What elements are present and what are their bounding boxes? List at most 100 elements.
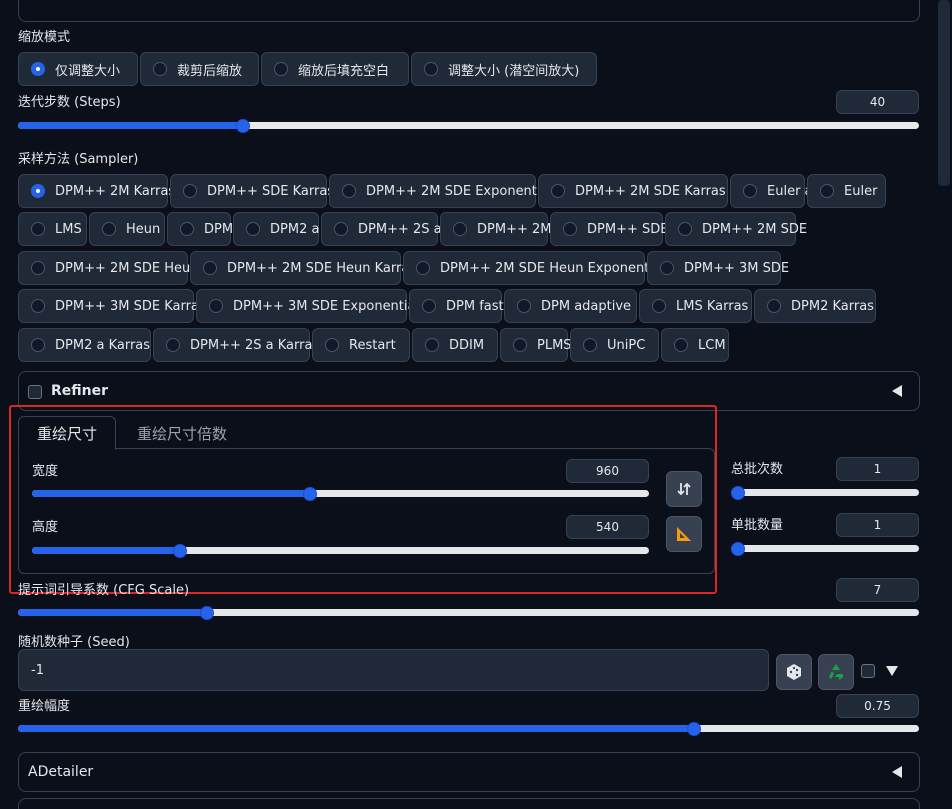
sampler-option[interactable]: DPM++ 3M SDE <box>647 251 789 285</box>
steps-label: 迭代步数 (Steps) <box>18 95 121 110</box>
sampler-option[interactable]: DPM++ 2M SDE Heun <box>18 251 198 285</box>
sampler-option[interactable]: Euler a <box>730 174 813 208</box>
radio-dot-icon <box>674 338 688 352</box>
radio-dot-icon <box>209 299 223 313</box>
cfg-scale-slider-thumb[interactable] <box>200 606 215 620</box>
radio-dot-icon <box>274 62 288 76</box>
collapse-triangle-icon[interactable] <box>892 766 902 778</box>
batch-size-slider-thumb[interactable] <box>731 542 745 556</box>
caret-down-icon[interactable] <box>886 666 898 676</box>
sampler-option[interactable]: LCM <box>661 328 729 362</box>
sampler-option[interactable]: LMS <box>18 212 87 246</box>
sampler-option[interactable]: DPM++ 2M SDE Heun Karras <box>190 251 416 285</box>
reuse-seed-button[interactable] <box>818 654 854 690</box>
sampler-option[interactable]: DPM++ SDE <box>550 212 668 246</box>
radio-dot-icon <box>453 222 467 236</box>
batch-count-slider-thumb[interactable] <box>731 486 745 500</box>
sampler-option[interactable]: DPM++ 2S a Karras <box>153 328 319 362</box>
height-slider[interactable] <box>32 547 649 554</box>
sampler-option[interactable]: DPM++ 2M Karras <box>18 174 175 208</box>
radio-dot-icon <box>583 338 597 352</box>
sampler-option[interactable]: DPM++ 2M <box>440 212 551 246</box>
radio-dot-icon <box>31 222 45 236</box>
width-label: 宽度 <box>32 464 59 479</box>
radio-dot-icon <box>31 184 45 198</box>
sampler-option[interactable]: DPM2 a Karras <box>18 328 151 362</box>
radio-dot-icon <box>183 184 197 198</box>
width-number-input[interactable]: 960 <box>566 459 649 483</box>
radio-dot-icon <box>517 299 531 313</box>
steps-slider-thumb[interactable] <box>236 119 251 133</box>
sampler-option[interactable]: DDIM <box>412 328 498 362</box>
sampler-option[interactable]: DPM++ SDE Karras <box>170 174 334 208</box>
denoising-slider-thumb[interactable] <box>686 722 701 736</box>
batch-count-slider[interactable] <box>731 489 919 496</box>
swap-icon <box>677 482 691 496</box>
radio-dot-icon <box>153 62 167 76</box>
sampler-option[interactable]: DPM fast <box>409 289 504 323</box>
collapse-triangle-icon[interactable] <box>892 385 902 397</box>
sampler-label: 采样方法 (Sampler) <box>18 152 139 167</box>
batch-count-number-input[interactable]: 1 <box>836 457 919 481</box>
seed-input[interactable]: -1 <box>18 649 769 691</box>
sampler-option[interactable]: DPM2 <box>167 212 241 246</box>
width-slider-thumb[interactable] <box>302 487 317 501</box>
sampler-option[interactable]: LMS Karras <box>639 289 752 323</box>
height-label: 高度 <box>32 520 59 535</box>
scrollbar-thumb[interactable] <box>938 0 950 186</box>
batch-count-label: 总批次数 <box>731 462 784 477</box>
top-partial-panel <box>18 0 920 22</box>
sampler-option[interactable]: DPM2 Karras <box>754 289 876 323</box>
resize-mode-option-just-resize[interactable]: 仅调整大小 <box>18 52 138 86</box>
radio-dot-icon <box>325 338 339 352</box>
resize-mode-option-crop-resize[interactable]: 裁剪后缩放 <box>140 52 259 86</box>
resize-mode-option-resize-fill[interactable]: 缩放后填充空白 <box>261 52 409 86</box>
cfg-scale-slider[interactable] <box>18 609 919 616</box>
sampler-option[interactable]: DPM++ 2M SDE <box>665 212 807 246</box>
batch-size-label: 单批数量 <box>731 518 784 533</box>
steps-slider[interactable] <box>18 122 919 129</box>
resize-mode-label: 缩放模式 <box>18 30 71 45</box>
radio-dot-icon <box>416 261 430 275</box>
denoising-slider[interactable] <box>18 725 919 732</box>
sampler-option[interactable]: DPM2 a <box>233 212 319 246</box>
batch-size-slider[interactable] <box>731 545 919 552</box>
width-slider[interactable] <box>32 490 649 497</box>
sampler-option[interactable]: DPM++ 3M SDE Karras <box>18 289 206 323</box>
height-number-input[interactable]: 540 <box>566 515 649 539</box>
sampler-option[interactable]: Restart <box>312 328 410 362</box>
bottom-partial-panel <box>18 798 920 809</box>
sampler-option[interactable]: DPM++ 2M SDE Heun Exponential <box>403 251 664 285</box>
sampler-option[interactable]: DPM++ 2M SDE Karras <box>538 174 728 208</box>
steps-number-input[interactable]: 40 <box>836 90 919 114</box>
radio-dot-icon <box>660 261 674 275</box>
adetailer-label: ADetailer <box>28 764 94 780</box>
tab-resize-to[interactable]: 重绘尺寸 <box>18 416 116 450</box>
sampler-option[interactable]: UniPC <box>570 328 659 362</box>
sampler-option[interactable]: DPM++ 3M SDE Exponential <box>196 289 419 323</box>
extra-seed-checkbox[interactable] <box>861 664 875 678</box>
aspect-ratio-button[interactable] <box>666 516 702 552</box>
height-slider-thumb[interactable] <box>173 544 188 558</box>
sampler-option[interactable]: Heun <box>89 212 165 246</box>
adetailer-accordion[interactable]: ADetailer <box>18 752 920 792</box>
sampler-option[interactable]: Euler <box>807 174 886 208</box>
resize-mode-option-latent-upscale[interactable]: 调整大小 (潜空间放大) <box>411 52 597 86</box>
cfg-scale-number-input[interactable]: 7 <box>836 578 919 602</box>
denoising-number-input[interactable]: 0.75 <box>836 694 919 718</box>
swap-dimensions-button[interactable] <box>666 471 702 507</box>
sampler-option[interactable]: DPM adaptive <box>504 289 637 323</box>
tab-resize-by[interactable]: 重绘尺寸倍数 <box>120 416 244 450</box>
radio-dot-icon <box>424 62 438 76</box>
radio-dot-icon <box>102 222 116 236</box>
refiner-label: Refiner <box>51 383 109 399</box>
random-seed-button[interactable] <box>776 654 812 690</box>
radio-dot-icon <box>422 299 436 313</box>
batch-size-number-input[interactable]: 1 <box>836 513 919 537</box>
sampler-option[interactable]: PLMS <box>500 328 572 362</box>
sampler-option[interactable]: DPM++ 2M SDE Exponential <box>329 174 552 208</box>
refiner-checkbox[interactable] <box>28 385 42 399</box>
sampler-option[interactable]: DPM++ 2S a <box>321 212 442 246</box>
radio-dot-icon <box>31 299 45 313</box>
ruler-icon <box>677 527 691 541</box>
